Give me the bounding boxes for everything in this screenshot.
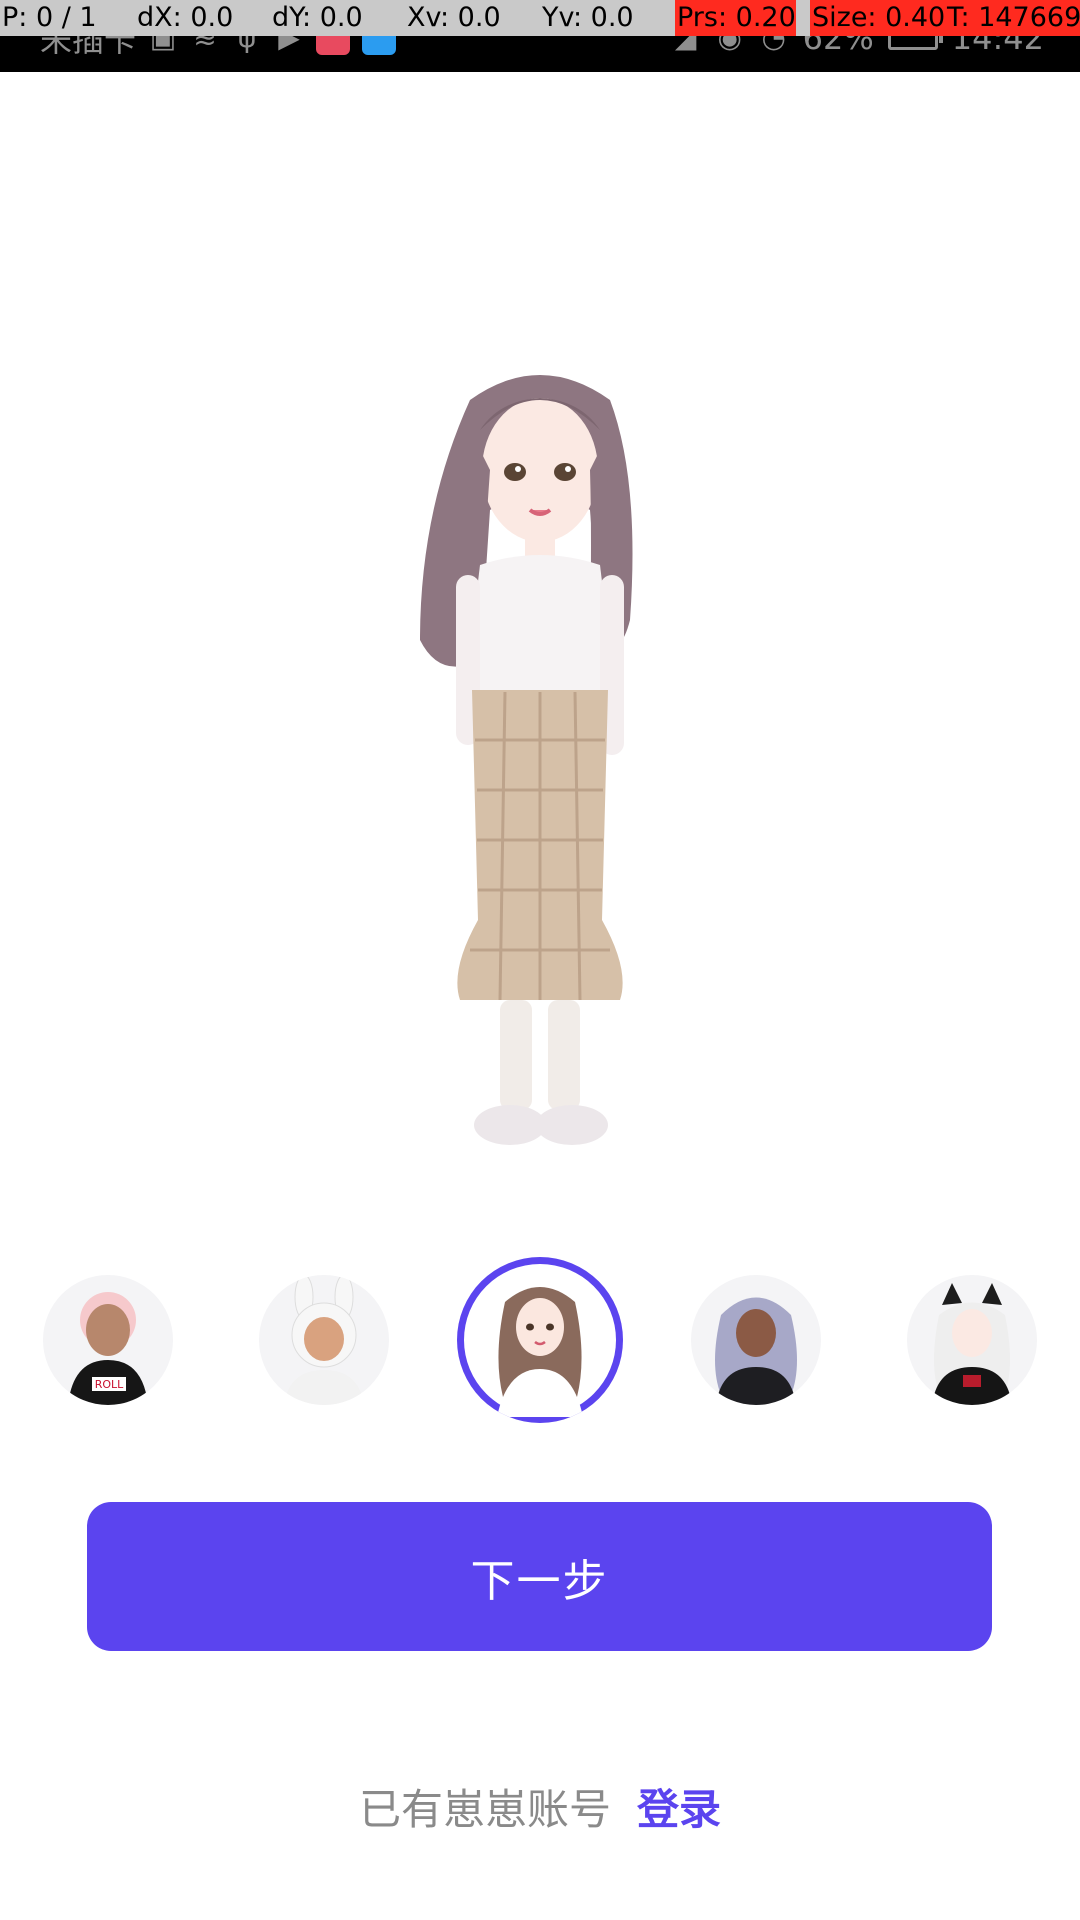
avatar-bunny-hood-icon	[284, 1275, 364, 1405]
status-bar: 未插卡 ▣ ≋ ψ ▶ ◢ ◉ ◔ 62% 14:42 P: 0 / 1 dX:…	[0, 0, 1080, 72]
debug-xv: Xv: 0.0	[407, 2, 501, 33]
avatar-option-silver-curly-hair[interactable]	[691, 1275, 821, 1405]
login-prompt-text: 已有崽崽账号	[358, 1784, 611, 1834]
debug-pointer-count: P: 0 / 1	[2, 2, 97, 33]
debug-dy: dY: 0.0	[272, 2, 363, 33]
debug-size: Size: 0.40	[810, 0, 946, 36]
login-row: 已有崽崽账号 登录	[0, 1776, 1080, 1836]
debug-dx: dX: 0.0	[137, 2, 234, 33]
debug-pressure: Prs: 0.20	[675, 0, 796, 36]
avatar-option-bunny-hood[interactable]	[259, 1275, 389, 1405]
login-link[interactable]: 登录	[637, 1776, 721, 1837]
pointer-debug-overlay: P: 0 / 1 dX: 0.0 dY: 0.0 Xv: 0.0 Yv: 0.0…	[0, 0, 1080, 36]
debug-time: T: 147669	[945, 0, 1080, 36]
avatar-option-pink-hair-boy[interactable]: ROLL	[43, 1275, 173, 1405]
debug-yv: Yv: 0.0	[542, 2, 634, 33]
avatar-option-cat-ears-girl[interactable]	[907, 1275, 1037, 1405]
character-select-screen: 未插卡 ▣ ≋ ψ ▶ ◢ ◉ ◔ 62% 14:42 P: 0 / 1 dX:…	[0, 0, 1080, 1920]
avatar-picker: ROLL	[0, 1255, 1080, 1425]
avatar-silver-curly-hair-icon	[715, 1297, 797, 1405]
avatar-preview[interactable]	[380, 360, 700, 1220]
avatar-cat-ears-girl-icon	[932, 1283, 1012, 1405]
next-step-button[interactable]: 下一步	[87, 1502, 992, 1651]
avatar-pink-hair-boy-icon: ROLL	[68, 1292, 148, 1405]
avatar-option-long-hair-girl[interactable]	[457, 1257, 623, 1423]
avatar-long-hair-girl-icon	[497, 1287, 583, 1417]
svg-text:ROLL: ROLL	[95, 1378, 124, 1391]
